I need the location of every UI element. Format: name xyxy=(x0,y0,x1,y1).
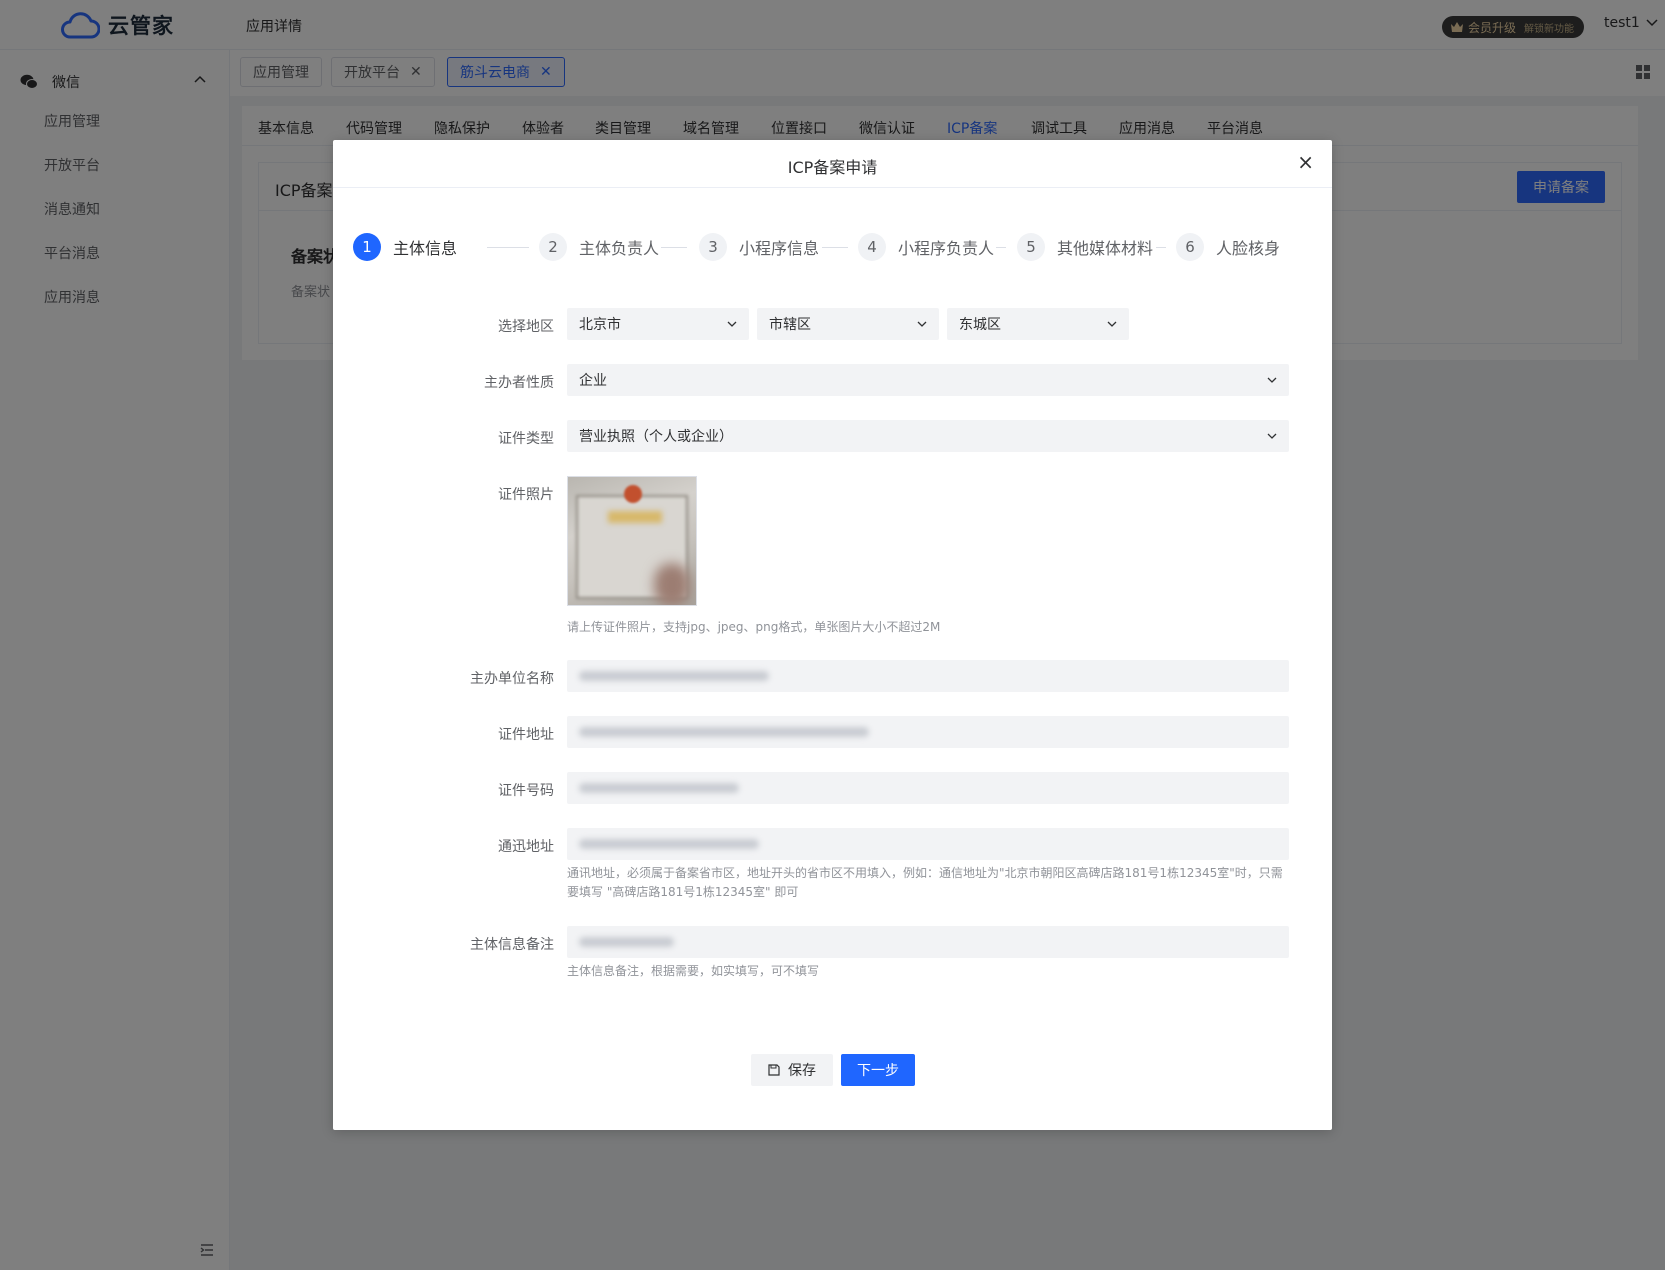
form-row-org-name: 主办单位名称 xyxy=(333,660,1332,692)
city-select[interactable]: 市辖区 xyxy=(757,308,939,340)
cert-type-value: 营业执照（个人或企业） xyxy=(579,429,733,445)
step-miniprogram-owner[interactable]: 4 小程序负责人 xyxy=(858,232,994,262)
close-icon[interactable]: × xyxy=(1297,152,1314,172)
remark-hint: 主体信息备注，根据需要，如实填写，可不填写 xyxy=(567,964,820,978)
sponsor-nature-select[interactable]: 企业 xyxy=(567,364,1289,396)
step-indicator: 1 主体信息 2 主体负责人 3 小程序信息 4 小程序负责人 5 其他媒体材料… xyxy=(353,232,1313,262)
form-row-cert-address: 证件地址 xyxy=(333,716,1332,748)
org-name-input[interactable] xyxy=(567,660,1289,692)
step-connector xyxy=(822,247,848,248)
district-value: 东城区 xyxy=(959,317,1001,333)
chevron-down-icon xyxy=(1267,377,1277,383)
national-emblem-icon xyxy=(624,485,642,503)
redacted-text xyxy=(579,727,869,737)
step-number: 6 xyxy=(1176,233,1204,261)
cert-number-input[interactable] xyxy=(567,772,1289,804)
redacted-text xyxy=(579,671,769,681)
sponsor-nature-label: 主办者性质 xyxy=(484,375,554,391)
step-number: 3 xyxy=(699,233,727,261)
mail-address-hint: 通讯地址，必须属于备案省市区，地址开头的省市区不用填入，例如：通信地址为"北京市… xyxy=(567,866,1283,899)
province-value: 北京市 xyxy=(579,317,621,333)
next-step-button[interactable]: 下一步 xyxy=(841,1054,915,1086)
cert-photo-label: 证件照片 xyxy=(498,487,554,503)
cert-address-label: 证件地址 xyxy=(498,727,554,743)
hand-blur xyxy=(654,563,690,605)
step-subject-owner[interactable]: 2 主体负责人 xyxy=(539,232,659,262)
step-label: 主体信息 xyxy=(393,239,458,258)
step-number: 1 xyxy=(353,233,381,261)
form-row-region: 选择地区 北京市 市辖区 东城区 xyxy=(333,308,1332,340)
save-label: 保存 xyxy=(788,1063,816,1079)
step-connector xyxy=(487,247,529,248)
remark-input[interactable] xyxy=(567,926,1289,958)
chevron-down-icon xyxy=(917,321,927,327)
chevron-down-icon xyxy=(727,321,737,327)
step-miniprogram-info[interactable]: 3 小程序信息 xyxy=(699,232,819,262)
step-label: 人脸核身 xyxy=(1216,239,1281,258)
mail-address-input[interactable] xyxy=(567,828,1289,860)
step-label: 小程序负责人 xyxy=(898,239,995,258)
step-connector xyxy=(661,247,687,248)
save-button[interactable]: 保存 xyxy=(751,1054,833,1086)
dialog-footer: 保存 下一步 xyxy=(333,1054,1332,1086)
city-value: 市辖区 xyxy=(769,317,811,333)
chevron-down-icon xyxy=(1107,321,1117,327)
step-number: 4 xyxy=(858,233,886,261)
form-row-cert-type: 证件类型 营业执照（个人或企业） xyxy=(333,420,1332,452)
redacted-text xyxy=(579,839,759,849)
dialog-title: ICP备案申请 xyxy=(787,158,878,177)
cert-number-label: 证件号码 xyxy=(498,783,554,799)
region-label: 选择地区 xyxy=(498,319,554,335)
org-name-label: 主办单位名称 xyxy=(470,671,554,687)
step-other-media[interactable]: 5 其他媒体材料 xyxy=(1017,232,1153,262)
form-row-sponsor-nature: 主办者性质 企业 xyxy=(333,364,1332,396)
cert-title-blur xyxy=(608,511,662,523)
district-select[interactable]: 东城区 xyxy=(947,308,1129,340)
step-label: 主体负责人 xyxy=(579,239,660,258)
step-number: 2 xyxy=(539,233,567,261)
icp-application-dialog: ICP备案申请 × 1 主体信息 2 主体负责人 3 小程序信息 4 小程序负责… xyxy=(333,140,1332,1130)
redacted-text xyxy=(579,783,739,793)
sponsor-nature-value: 企业 xyxy=(579,373,607,389)
cert-type-select[interactable]: 营业执照（个人或企业） xyxy=(567,420,1289,452)
redacted-text xyxy=(579,937,674,947)
remark-label: 主体信息备注 xyxy=(470,937,554,953)
form-row-mail-address: 通迅地址 通讯地址，必须属于备案省市区，地址开头的省市区不用填入，例如：通信地址… xyxy=(333,828,1332,908)
step-connector xyxy=(1156,247,1166,248)
step-subject-info[interactable]: 1 主体信息 xyxy=(353,232,457,262)
cert-type-label: 证件类型 xyxy=(498,431,554,447)
save-icon xyxy=(768,1064,780,1076)
step-number: 5 xyxy=(1017,233,1045,261)
step-face-verification[interactable]: 6 人脸核身 xyxy=(1176,232,1280,262)
cert-address-input[interactable] xyxy=(567,716,1289,748)
cert-photo-hint: 请上传证件照片，支持jpg、jpeg、png格式，单张图片大小不超过2M xyxy=(567,620,941,634)
mail-address-label: 通迅地址 xyxy=(498,839,554,855)
form-row-cert-photo: 证件照片 请上传证件照片，支持jpg、jpeg、png格式，单张图片大小不超过2… xyxy=(333,476,1332,636)
dialog-header: ICP备案申请 × xyxy=(333,140,1332,188)
chevron-down-icon xyxy=(1267,433,1277,439)
cert-photo-thumbnail[interactable] xyxy=(567,476,697,606)
province-select[interactable]: 北京市 xyxy=(567,308,749,340)
form-row-remark: 主体信息备注 主体信息备注，根据需要，如实填写，可不填写 xyxy=(333,926,1332,986)
form-row-cert-number: 证件号码 xyxy=(333,772,1332,804)
step-connector xyxy=(996,247,1006,248)
step-label: 小程序信息 xyxy=(739,239,820,258)
step-label: 其他媒体材料 xyxy=(1057,239,1154,258)
